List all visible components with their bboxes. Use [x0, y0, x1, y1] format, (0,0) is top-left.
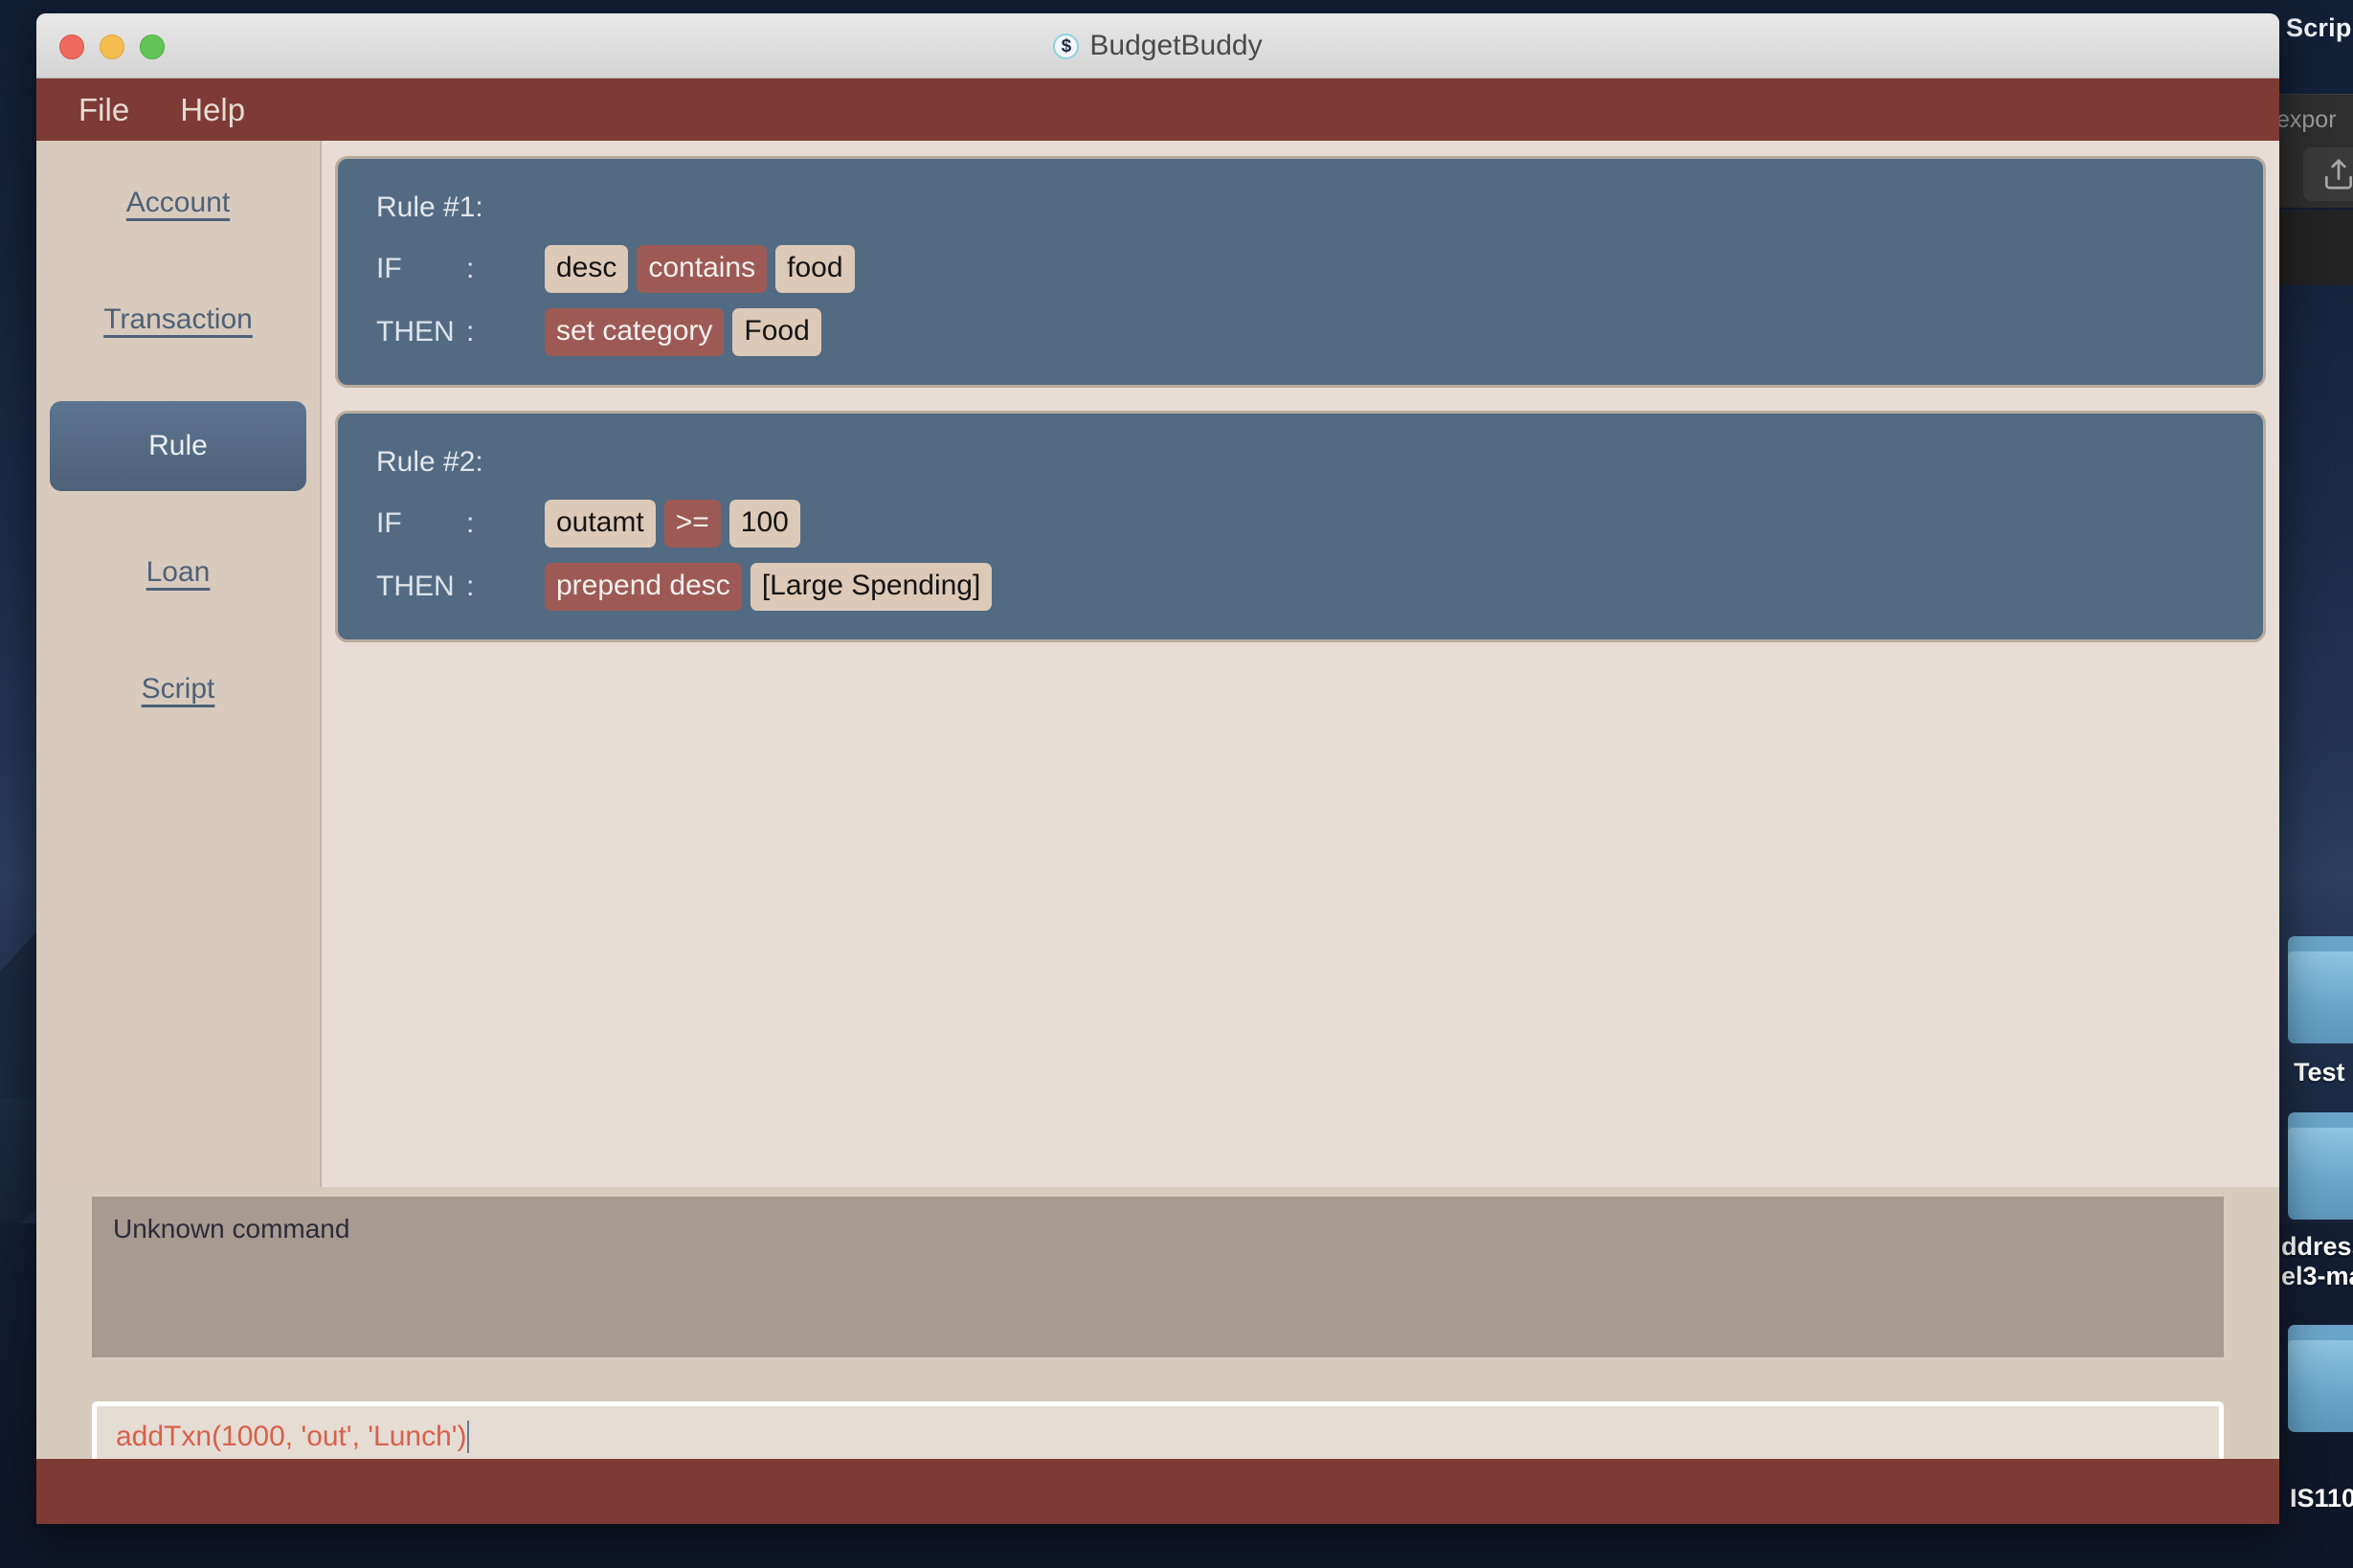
- desktop-folder-label: IS110: [2290, 1484, 2353, 1513]
- sidebar-item-transaction[interactable]: Transaction: [50, 284, 306, 355]
- condition-value-token[interactable]: 100: [729, 500, 800, 548]
- then-label: THEN: [376, 571, 466, 603]
- action-tokens: set category Food: [545, 308, 821, 356]
- sidebar-item-account[interactable]: Account: [50, 168, 306, 238]
- rule-condition-row: IF : outamt >= 100: [338, 500, 2263, 548]
- menu-file[interactable]: File: [78, 92, 129, 128]
- condition-operator-token[interactable]: contains: [637, 245, 767, 293]
- separator: :: [466, 571, 545, 603]
- separator: :: [466, 253, 545, 285]
- condition-tokens: outamt >= 100: [545, 500, 800, 548]
- title-bar: $ BudgetBuddy: [36, 13, 2279, 78]
- console-message: Unknown command: [113, 1214, 2203, 1244]
- rule-title: Rule #2:: [338, 446, 2263, 479]
- desktop-folder-icon[interactable]: [2288, 1325, 2353, 1432]
- menu-help[interactable]: Help: [180, 92, 245, 128]
- rule-action-row: THEN : prepend desc [Large Spending]: [338, 563, 2263, 611]
- condition-operator-token[interactable]: >=: [664, 500, 721, 548]
- desktop-folder-label: Test: [2294, 1058, 2345, 1087]
- condition-value-token[interactable]: food: [775, 245, 854, 293]
- separator: :: [466, 316, 545, 348]
- if-label: IF: [376, 507, 466, 540]
- sidebar-spacer: [36, 491, 320, 537]
- folder-body: [2288, 1340, 2353, 1432]
- separator: :: [466, 507, 545, 540]
- title-center-group: $ BudgetBuddy: [36, 13, 2279, 78]
- sidebar-item-rule[interactable]: Rule: [50, 401, 306, 491]
- folder-body: [2288, 1128, 2353, 1220]
- sidebar-spacer: [36, 608, 320, 654]
- rule-card[interactable]: Rule #2: IF : outamt >= 100 THEN : prepe…: [335, 411, 2266, 642]
- window-title: BudgetBuddy: [1089, 30, 1262, 62]
- rule-action-row: THEN : set category Food: [338, 308, 2263, 356]
- console-output: Unknown command: [92, 1197, 2224, 1357]
- background-toolbar: expor: [2275, 94, 2353, 209]
- sidebar-item-loan[interactable]: Loan: [50, 537, 306, 608]
- then-label: THEN: [376, 316, 466, 348]
- condition-tokens: desc contains food: [545, 245, 855, 293]
- status-bar: [36, 1459, 2279, 1524]
- sidebar-spacer: [36, 355, 320, 401]
- menu-bar: File Help: [36, 78, 2279, 141]
- desktop-folder-label: ddressb el3-ma: [2281, 1232, 2353, 1292]
- app-window: $ BudgetBuddy File Help Account Transact…: [36, 13, 2279, 1524]
- text-caret: [467, 1421, 469, 1453]
- action-verb-token[interactable]: set category: [545, 308, 724, 356]
- action-verb-token[interactable]: prepend desc: [545, 563, 742, 611]
- desktop-folder-icon[interactable]: [2288, 1112, 2353, 1220]
- rule-card[interactable]: Rule #1: IF : desc contains food THEN : …: [335, 156, 2266, 388]
- background-export-label: expor: [2276, 106, 2337, 134]
- rules-panel: Rule #1: IF : desc contains food THEN : …: [322, 141, 2279, 1187]
- if-label: IF: [376, 253, 466, 285]
- condition-field-token[interactable]: desc: [545, 245, 628, 293]
- background-editor-body: [2275, 211, 2353, 285]
- rule-title: Rule #1:: [338, 191, 2263, 224]
- folder-body: [2288, 952, 2353, 1043]
- action-value-token[interactable]: [Large Spending]: [751, 563, 993, 611]
- sidebar-item-script[interactable]: Script: [50, 654, 306, 725]
- dollar-icon: $: [1053, 34, 1079, 59]
- share-upload-icon[interactable]: [2303, 147, 2353, 201]
- command-input-value: addTxn(1000, 'out', 'Lunch'): [116, 1421, 466, 1453]
- action-tokens: prepend desc [Large Spending]: [545, 563, 992, 611]
- rule-condition-row: IF : desc contains food: [338, 245, 2263, 293]
- condition-field-token[interactable]: outamt: [545, 500, 656, 548]
- desktop-folder-icon[interactable]: [2288, 936, 2353, 1043]
- sidebar: Account Transaction Rule Loan Script: [36, 141, 322, 1187]
- action-value-token[interactable]: Food: [732, 308, 820, 356]
- sidebar-spacer: [36, 238, 320, 284]
- background-window-title: Scrip: [2286, 13, 2352, 43]
- main-body: Account Transaction Rule Loan Script Rul…: [36, 141, 2279, 1187]
